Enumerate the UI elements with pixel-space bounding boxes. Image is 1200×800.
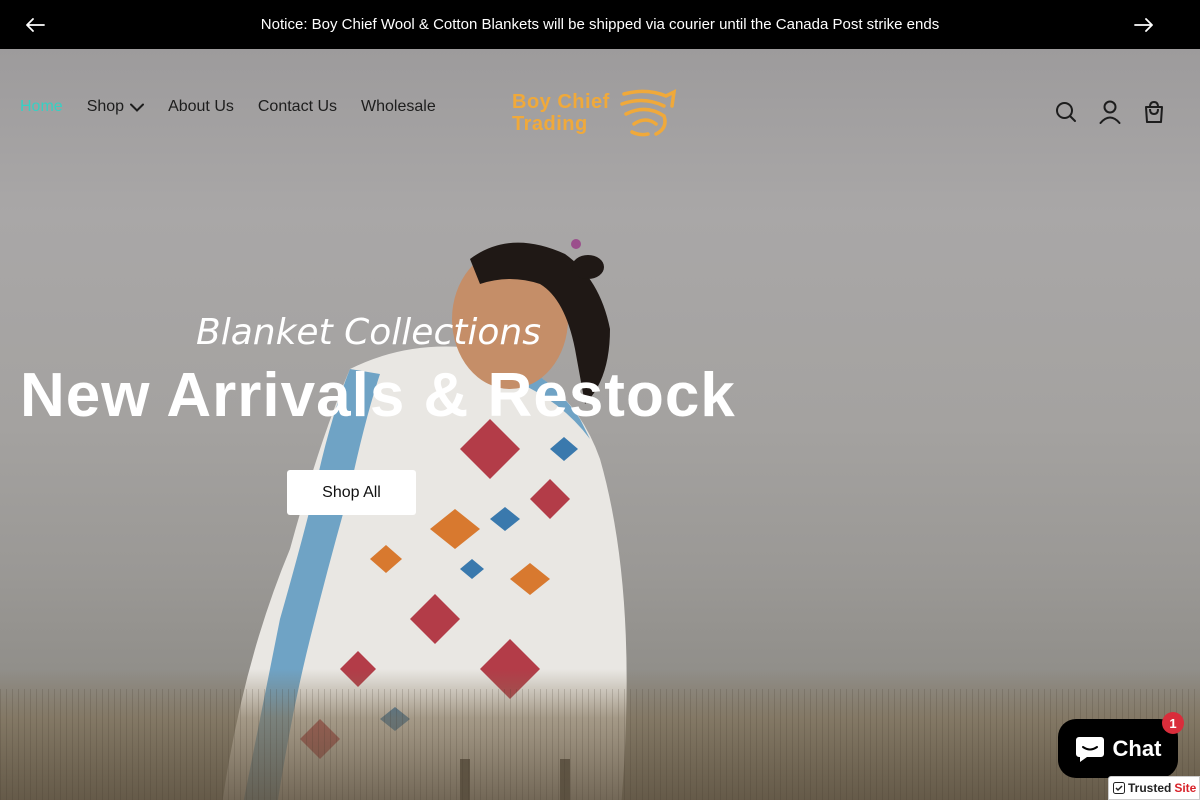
cart-icon[interactable]: [1142, 99, 1166, 125]
logo-mark-icon: [620, 88, 677, 137]
chat-notification-badge: 1: [1162, 712, 1184, 734]
trustedsite-badge[interactable]: Trusted Site: [1108, 776, 1200, 800]
nav-item-home[interactable]: Home: [20, 98, 63, 116]
chevron-down-icon: [130, 103, 145, 112]
chat-button[interactable]: Chat: [1058, 719, 1178, 778]
nav-item-about-label: About Us: [168, 98, 234, 115]
arrow-right-icon[interactable]: [1131, 12, 1157, 38]
hero-subtitle: Blanket Collections: [196, 312, 541, 353]
nav-item-contact-us[interactable]: Contact Us: [258, 98, 337, 116]
nav-item-wholesale-label: Wholesale: [361, 98, 436, 115]
trusted-text: Trusted: [1128, 781, 1172, 795]
nav-item-shop[interactable]: Shop: [86, 98, 145, 116]
logo-line-2: Trading: [512, 113, 588, 135]
header-icons: [1054, 99, 1166, 125]
account-icon[interactable]: [1098, 99, 1122, 125]
announcement-text: Notice: Boy Chief Wool & Cotton Blankets…: [260, 16, 940, 33]
logo-line-1: Boy Chief: [512, 91, 610, 113]
hero-title: New Arrivals & Restock: [20, 361, 736, 430]
nav-item-contact-label: Contact Us: [257, 98, 338, 115]
nav-item-shop-label: Shop: [86, 98, 125, 115]
chat-label: Chat: [1112, 735, 1162, 761]
check-icon: [1113, 782, 1125, 794]
logo-text: Boy Chief Trading: [512, 91, 610, 135]
nav-item-home-label: Home: [20, 98, 63, 115]
main-nav: Home Shop About Us Contact Us Wholesale: [20, 98, 436, 116]
nav-item-about-us[interactable]: About Us: [168, 98, 234, 116]
announcement-bar: Notice: Boy Chief Wool & Cotton Blankets…: [0, 0, 1200, 49]
arrow-left-icon[interactable]: [22, 12, 48, 38]
grass-texture: [0, 689, 1200, 800]
search-icon[interactable]: [1054, 99, 1078, 125]
shop-all-button[interactable]: Shop All: [287, 470, 416, 515]
chat-bubble-icon: [1075, 736, 1104, 762]
site-text: Site: [1174, 781, 1197, 795]
nav-item-wholesale[interactable]: Wholesale: [361, 98, 436, 116]
site-logo[interactable]: Boy Chief Trading: [512, 88, 678, 138]
